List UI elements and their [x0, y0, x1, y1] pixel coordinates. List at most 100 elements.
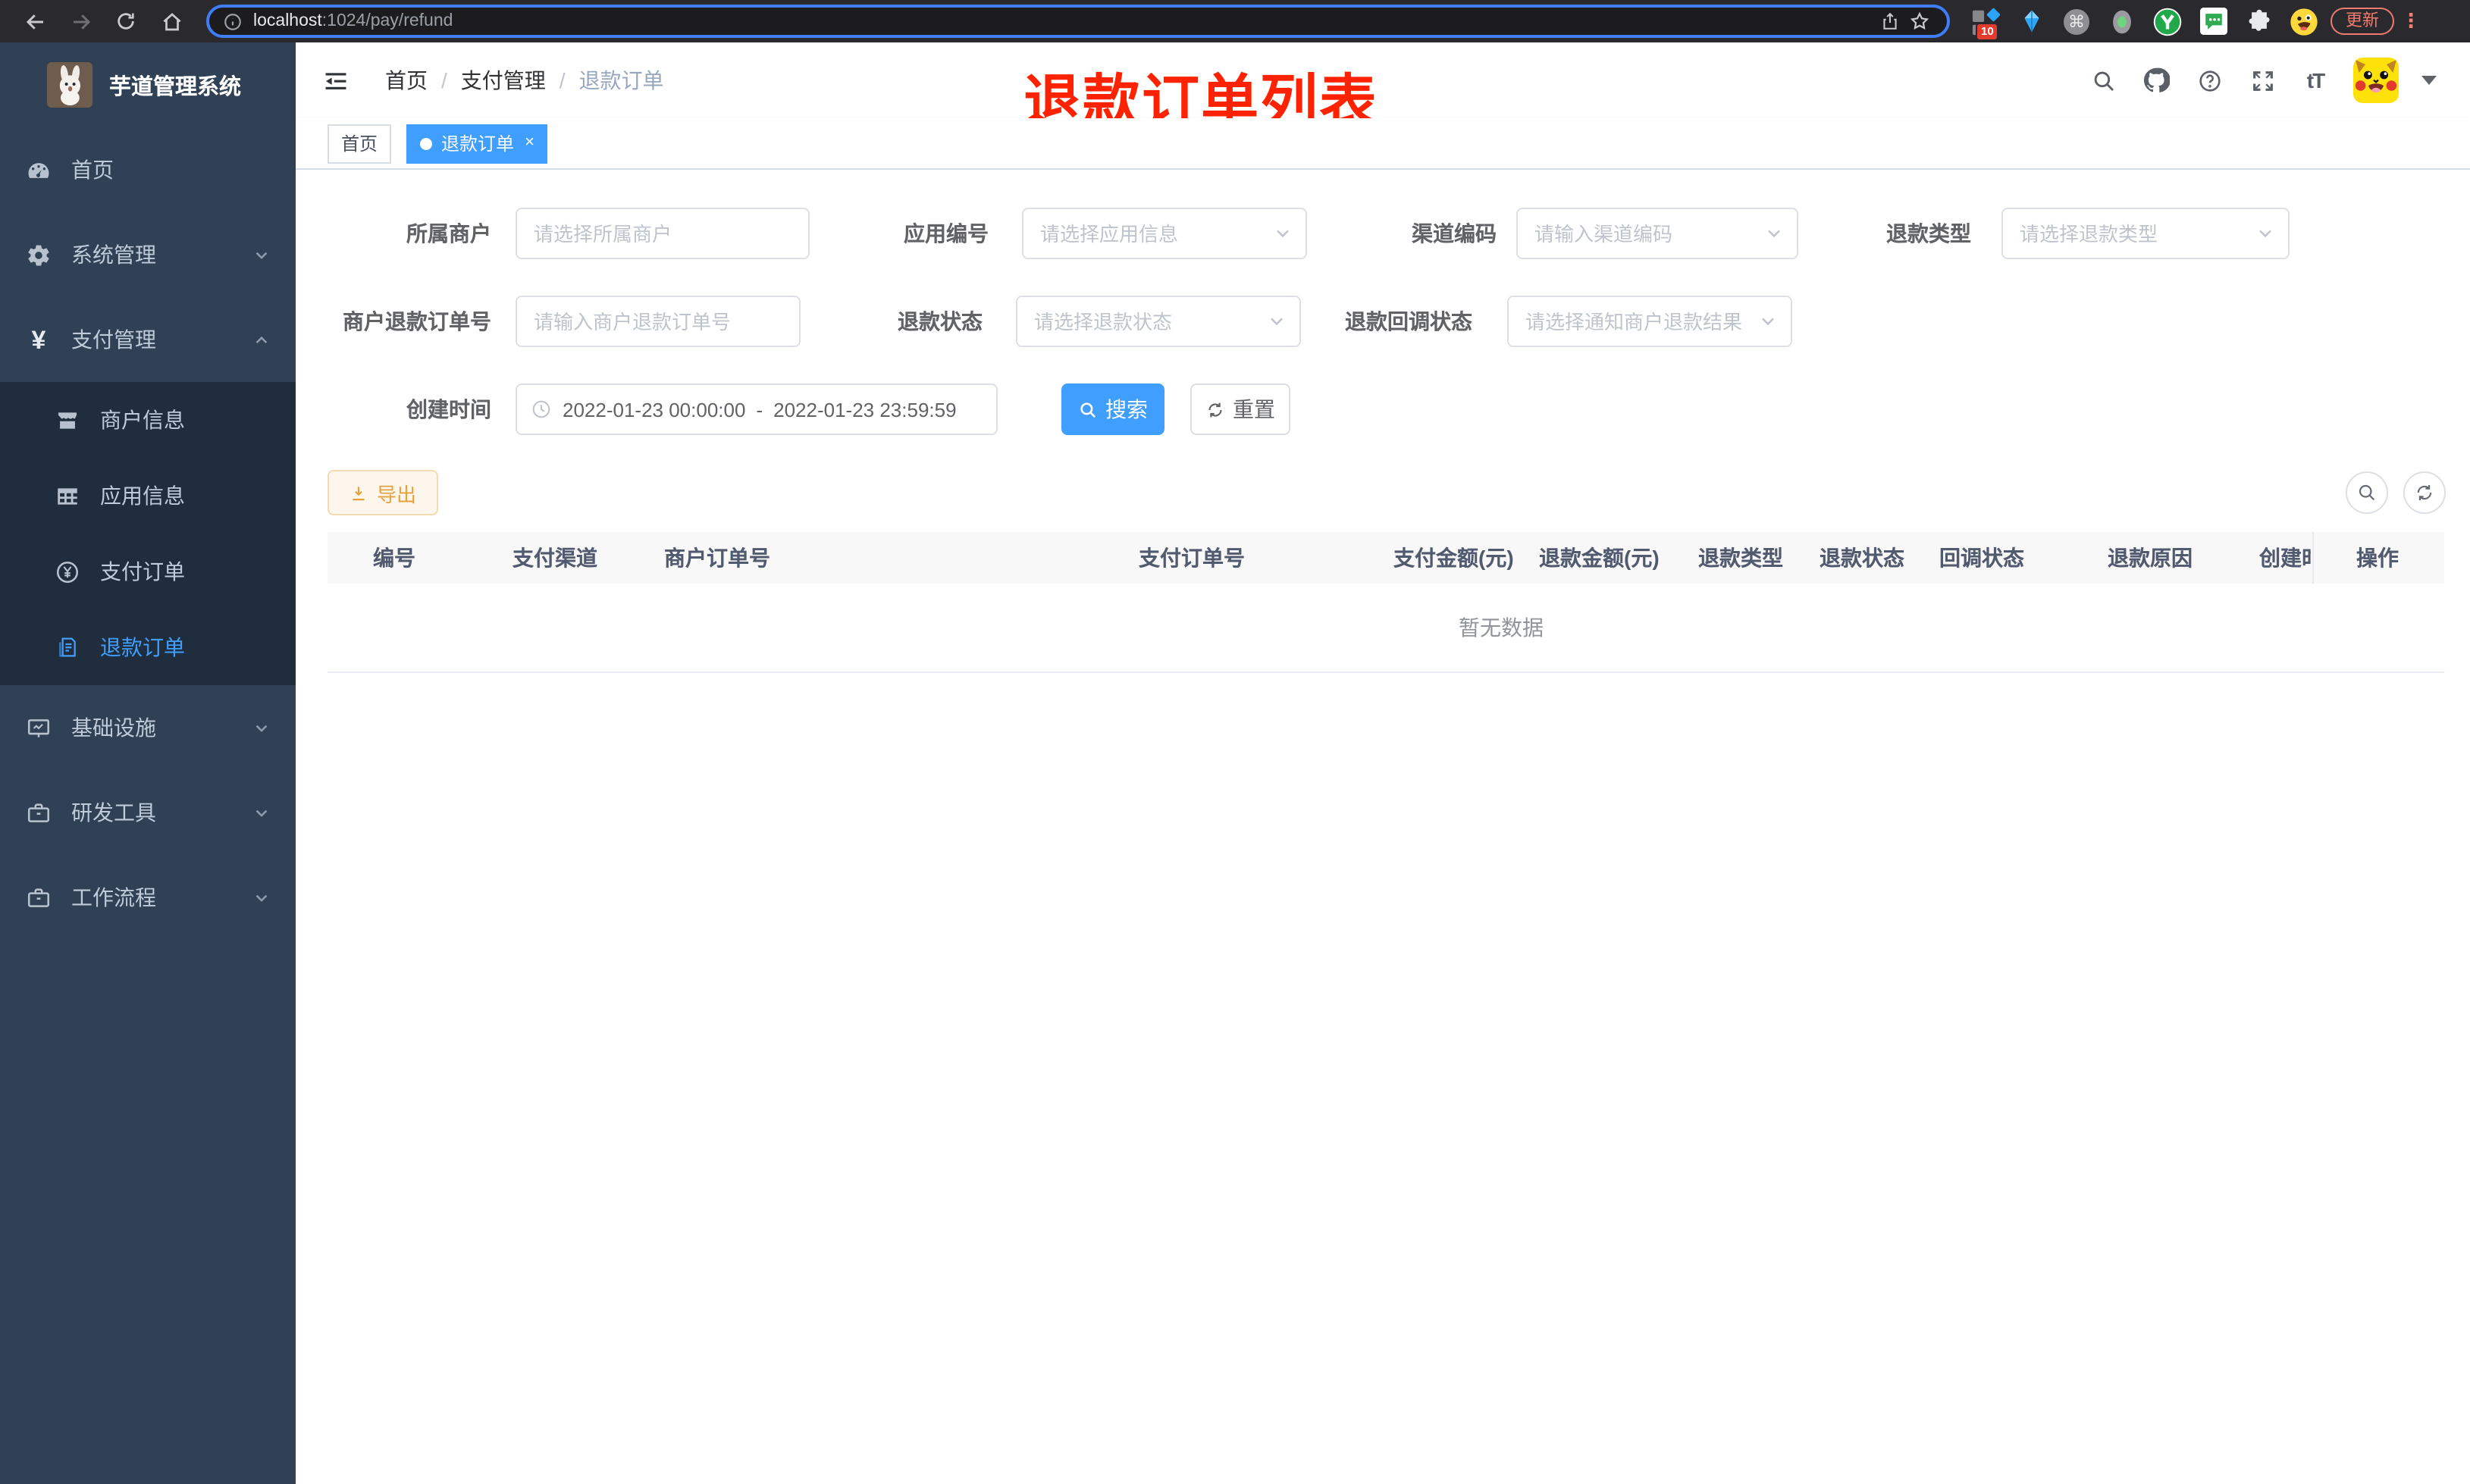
bookmark-star-button[interactable]	[1904, 5, 1935, 38]
back-arrow-icon	[25, 14, 42, 29]
column-header[interactable]: 操作	[2356, 532, 2399, 584]
search-icon	[1080, 402, 1096, 418]
breadcrumb-separator: /	[441, 68, 447, 92]
refund-status-input[interactable]	[1017, 297, 1299, 346]
refresh-button[interactable]	[2403, 471, 2446, 514]
chevron-down-icon[interactable]	[2421, 76, 2437, 85]
tag-refund-order[interactable]: 退款订单 ×	[406, 124, 548, 163]
browser-forward-button[interactable]	[61, 5, 100, 38]
browser-menu-icon[interactable]: ⋮	[2400, 9, 2421, 33]
monitor-chart-icon	[26, 715, 52, 740]
extensions-puzzle-icon[interactable]	[2244, 7, 2273, 36]
column-header[interactable]: 支付金额(元)	[1393, 532, 1514, 584]
refund-notify-status-input[interactable]	[1509, 297, 1791, 346]
channel-code-input[interactable]	[1518, 209, 1797, 258]
browser-reload-button[interactable]	[106, 5, 146, 38]
extension-icon-emoji[interactable]	[2290, 7, 2318, 36]
refund-status-select[interactable]	[1016, 296, 1301, 347]
breadcrumb: 首页 / 支付管理 / 退款订单	[385, 65, 664, 95]
app-select[interactable]	[1022, 208, 1307, 259]
search-button[interactable]	[2088, 65, 2118, 95]
reset-label: 重置	[1233, 397, 1275, 421]
font-size-button[interactable]: tT	[2300, 65, 2331, 95]
chevron-down-icon	[2259, 230, 2271, 238]
github-button[interactable]	[2141, 65, 2171, 95]
sidebar-item-system[interactable]: 系统管理	[0, 212, 296, 297]
reset-button[interactable]: 重置	[1190, 384, 1290, 435]
extension-icon-grid[interactable]: 10	[1971, 7, 2000, 40]
share-button[interactable]	[1874, 5, 1904, 38]
column-header[interactable]: 退款类型	[1698, 532, 1783, 584]
sidebar-item-label: 工作流程	[71, 885, 156, 909]
search-label: 搜索	[1105, 397, 1148, 421]
kebab-glyph: ⋮	[2401, 9, 2421, 32]
sidebar-toggle[interactable]	[318, 64, 352, 97]
column-header[interactable]: 回调状态	[1939, 532, 2024, 584]
sidebar-item-app-info[interactable]: 应用信息	[0, 458, 296, 534]
merchant-refund-no-input[interactable]	[517, 297, 799, 346]
export-button[interactable]: 导出	[328, 470, 438, 515]
chevron-down-icon	[1759, 312, 1777, 330]
sidebar-item-payment[interactable]: ¥ 支付管理	[0, 297, 296, 382]
search-button[interactable]: 搜索	[1061, 384, 1164, 435]
navbar: 首页 / 支付管理 / 退款订单 退款订单列表 tT	[296, 42, 2470, 135]
navbar-actions: tT	[2088, 58, 2437, 103]
column-header[interactable]: 退款原因	[2108, 532, 2193, 584]
breadcrumb-home[interactable]: 首页	[385, 65, 428, 95]
yen-circle-icon	[55, 559, 80, 584]
channel-code-select[interactable]	[1516, 208, 1798, 259]
fullscreen-button[interactable]	[2247, 65, 2277, 95]
table-icon	[55, 483, 80, 509]
create-time-range-picker[interactable]: 2022-01-23 00:00:00 - 2022-01-23 23:59:5…	[516, 384, 998, 435]
extension-icon-y[interactable]	[2153, 7, 2182, 36]
field-label: 退款状态	[898, 309, 983, 333]
gear-icon	[26, 242, 52, 268]
sidebar-item-workflow[interactable]: 工作流程	[0, 855, 296, 940]
browser-home-button[interactable]	[152, 5, 191, 38]
sidebar-item-dev-tools[interactable]: 研发工具	[0, 770, 296, 855]
tag-home[interactable]: 首页	[328, 124, 392, 163]
column-header[interactable]: 支付渠道	[512, 532, 597, 584]
browser-back-button[interactable]	[15, 5, 55, 38]
user-avatar[interactable]	[2353, 58, 2399, 103]
refund-type-input[interactable]	[2003, 209, 2288, 258]
forward-arrow-icon	[73, 14, 90, 29]
extension-icon-gem[interactable]	[2017, 7, 2045, 36]
merchant-select-input[interactable]	[517, 209, 808, 258]
extension-icon-command[interactable]: ⌘	[2062, 7, 2091, 36]
emoji-face-icon	[2290, 8, 2318, 35]
refund-notify-status-select[interactable]	[1507, 296, 1792, 347]
sidebar-item-refund-order[interactable]: 退款订单	[0, 609, 296, 685]
toggle-search-button[interactable]	[2346, 471, 2388, 514]
address-bar[interactable]: localhost:1024/pay/refund	[206, 5, 1950, 38]
close-icon[interactable]: ×	[525, 134, 534, 152]
column-header[interactable]: 退款金额(元)	[1539, 532, 1660, 584]
page-content: 所属商户 应用编号 渠道编码 退款类型 商户退款订单号	[296, 170, 2470, 1484]
app-select-input[interactable]	[1023, 209, 1306, 258]
sidebar-item-label: 商户信息	[100, 408, 185, 432]
field-label: 创建时间	[406, 397, 491, 421]
merchant-refund-no-input-box[interactable]	[516, 296, 801, 347]
column-header[interactable]: 退款状态	[1820, 532, 1904, 584]
column-header[interactable]: 编号	[373, 532, 415, 584]
help-button[interactable]	[2194, 65, 2224, 95]
sidebar-item-merchant-info[interactable]: 商户信息	[0, 382, 296, 458]
sidebar-item-home[interactable]: 首页	[0, 127, 296, 212]
extension-icon-chat[interactable]	[2199, 7, 2227, 36]
sidebar-item-pay-order[interactable]: 支付订单	[0, 534, 296, 609]
sidebar-item-infrastructure[interactable]: 基础设施	[0, 685, 296, 770]
breadcrumb-payment[interactable]: 支付管理	[461, 65, 546, 95]
field-label: 应用编号	[904, 221, 989, 246]
column-header[interactable]: 支付订单号	[1139, 532, 1245, 584]
field-label: 退款类型	[1886, 221, 1971, 246]
sidebar: 芋道管理系统 首页 系统管理 ¥ 支付管理 商户信息 应用信息 支付订单 退款订…	[0, 42, 296, 1484]
refund-type-select[interactable]	[2001, 208, 2290, 259]
extension-icon-record[interactable]	[2108, 7, 2136, 36]
question-circle-icon	[2199, 70, 2220, 91]
chrome-update-button[interactable]: 更新	[2331, 8, 2394, 35]
app-logo[interactable]: 芋道管理系统	[0, 42, 296, 127]
column-header-clipped[interactable]: 创建时间	[2259, 532, 2311, 584]
merchant-select[interactable]	[516, 208, 810, 259]
clock-icon	[532, 400, 550, 418]
column-header[interactable]: 商户订单号	[664, 532, 770, 584]
